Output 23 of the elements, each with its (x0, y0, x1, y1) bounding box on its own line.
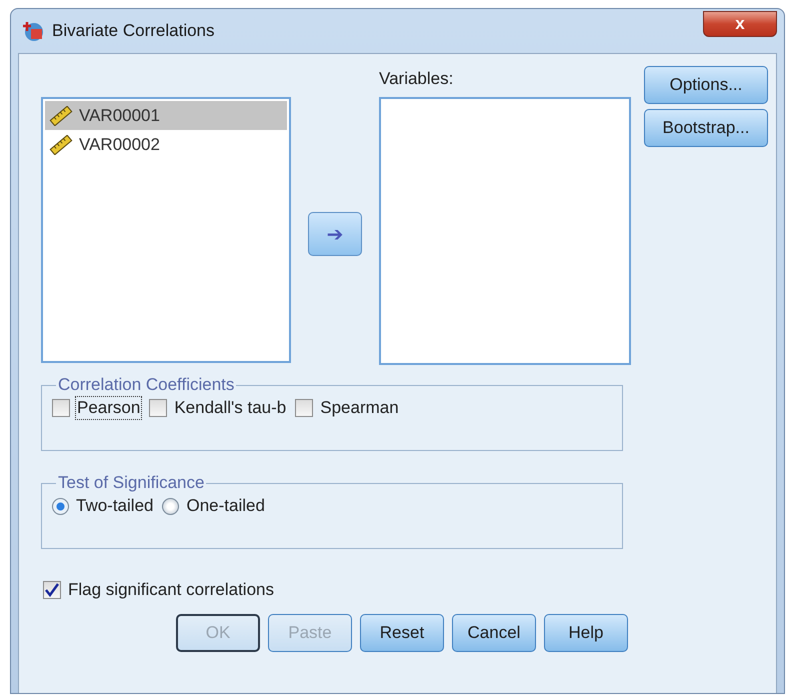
group-title: Test of Significance (57, 473, 206, 493)
coefficient-checkbox[interactable]: Kendall's tau-b (149, 397, 288, 419)
tail-radio-button[interactable]: One-tailed (162, 495, 266, 517)
app-icon (22, 20, 44, 42)
flag-checkbox[interactable]: Flag significant correlations (43, 579, 776, 601)
variable-item[interactable]: VAR00001 (45, 101, 287, 130)
side-button[interactable]: Options... (644, 66, 768, 104)
window-title: Bivariate Correlations (52, 21, 216, 41)
move-arrow-button[interactable]: ➔ (308, 212, 362, 256)
dialog-button[interactable]: Cancel (452, 614, 536, 652)
coefficient-checkbox[interactable]: Pearson (52, 397, 142, 419)
dialog-button[interactable]: Reset (360, 614, 444, 652)
coefficient-checkbox[interactable]: Spearman (295, 397, 400, 419)
check-icon (45, 583, 59, 597)
variables-label: Variables: (379, 68, 454, 90)
source-variable-list[interactable]: VAR00001 VAR00002 (41, 97, 291, 363)
dialog-button[interactable]: Help (544, 614, 628, 652)
tail-radio-button[interactable]: Two-tailed (52, 495, 154, 517)
group-title: Correlation Coefficients (57, 375, 236, 395)
side-button[interactable]: Bootstrap... (644, 109, 768, 147)
variable-item[interactable]: VAR00002 (45, 130, 287, 159)
variables-list[interactable] (379, 97, 631, 365)
close-button[interactable]: x (703, 11, 777, 37)
